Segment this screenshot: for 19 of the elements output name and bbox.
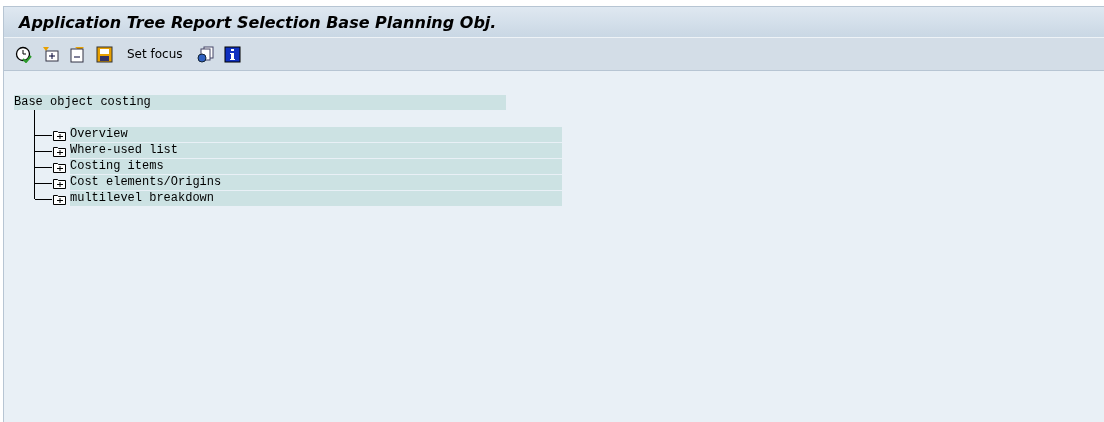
tree-node[interactable]: Where-used list: [70, 143, 562, 158]
tree-node[interactable]: Overview: [70, 127, 562, 142]
clock-check-icon[interactable]: [13, 44, 33, 64]
folder-plus-icon[interactable]: [53, 129, 66, 141]
tree-node[interactable]: Cost elements/Origins: [70, 175, 562, 190]
folder-plus-icon[interactable]: [53, 177, 66, 189]
tree-node[interactable]: Costing items: [70, 159, 562, 174]
folder-plus-icon[interactable]: [53, 193, 66, 205]
window-title: Application Tree Report Selection Base Planning Obj.: [19, 12, 497, 32]
folder-plus-icon[interactable]: [53, 161, 66, 173]
tree-node[interactable]: multilevel breakdown: [70, 191, 562, 206]
set-focus-button[interactable]: Set focus: [121, 47, 189, 61]
expand-all-icon[interactable]: [40, 44, 60, 64]
info-icon[interactable]: [222, 44, 243, 64]
folder-plus-icon[interactable]: [53, 145, 66, 157]
collapse-all-icon[interactable]: [67, 44, 87, 64]
document-icon[interactable]: [94, 44, 114, 64]
tree-node[interactable]: Base object costing: [14, 95, 506, 110]
pages-icon[interactable]: [195, 44, 216, 64]
